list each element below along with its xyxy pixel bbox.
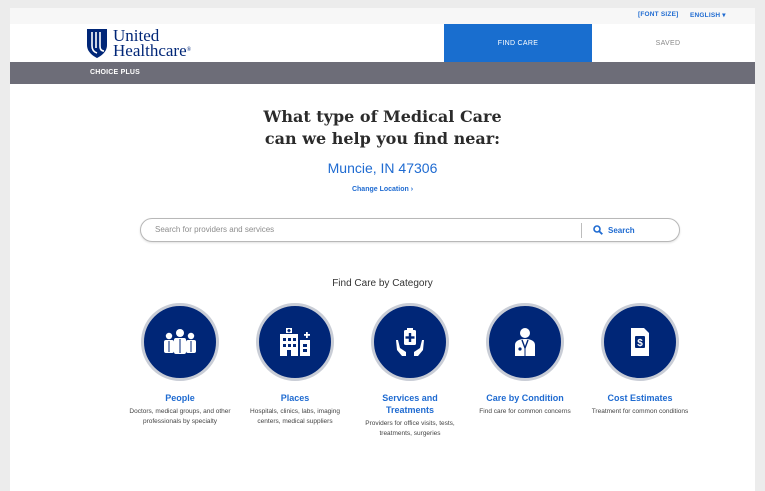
search-icon	[593, 225, 603, 235]
search-input[interactable]: Search for providers and services	[155, 225, 274, 234]
logo-line2: Healthcare	[113, 41, 187, 60]
font-size-link[interactable]: [FONT SIZE]	[638, 11, 678, 18]
category-label: People	[165, 393, 195, 403]
page: [FONT SIZE] ENGLISH ▾ United Healthcare®…	[10, 8, 755, 491]
category-places[interactable]: Places Hospitals, clinics, labs, imaging…	[243, 303, 347, 426]
language-selector[interactable]: ENGLISH ▾	[690, 11, 726, 19]
plan-name: CHOICE PLUS	[90, 69, 141, 76]
category-label: Care by Condition	[486, 393, 564, 403]
doctor-icon	[486, 303, 564, 381]
category-people[interactable]: People Doctors, medical groups, and othe…	[128, 303, 232, 426]
category-description: Find care for common concerns	[479, 408, 571, 415]
search-button-label: Search	[608, 225, 635, 235]
registered-mark: ®	[186, 47, 192, 53]
search-bar: Search for providers and services Search	[140, 218, 680, 242]
category-title: Find Care by Category	[332, 278, 433, 289]
category-label: Places	[280, 393, 310, 403]
heading-line1: What type of Medical Care	[263, 107, 502, 126]
current-location: Muncie, IN 47306	[327, 160, 438, 176]
category-services-treatments[interactable]: Services and Treatments Providers for of…	[358, 303, 462, 438]
page-heading: What type of Medical Care can we help yo…	[10, 106, 755, 150]
svg-text:$: $	[637, 338, 643, 349]
category-description: Treatment for common conditions	[591, 408, 689, 415]
uhc-shield-icon	[87, 29, 107, 58]
heading-line2: can we help you find near:	[264, 129, 501, 148]
header: United Healthcare® FIND CARE SAVED	[10, 24, 755, 62]
buildings-icon	[256, 303, 334, 381]
category-care-by-condition[interactable]: Care by Condition Find care for common c…	[473, 303, 577, 417]
category-description: Hospitals, clinics, labs, imaging center…	[250, 408, 340, 425]
category-description: Doctors, medical groups, and other profe…	[129, 408, 231, 425]
search-button[interactable]: Search	[593, 222, 673, 238]
category-label: Cost Estimates	[607, 393, 673, 403]
people-icon	[141, 303, 219, 381]
category-description: Providers for office visits, tests, trea…	[365, 420, 455, 437]
search-divider	[581, 223, 582, 238]
change-location-link[interactable]: Change Location ›	[10, 186, 755, 193]
nav-find-care[interactable]: FIND CARE	[444, 24, 592, 62]
category-label: Services and Treatments	[382, 393, 438, 415]
unitedhealthcare-logo[interactable]: United Healthcare®	[86, 27, 191, 59]
nav-saved[interactable]: SAVED	[630, 24, 706, 62]
cost-document-icon: $	[601, 303, 679, 381]
utility-bar: [FONT SIZE] ENGLISH ▾	[10, 8, 755, 24]
plan-bar: CHOICE PLUS	[10, 62, 755, 84]
category-cost-estimates[interactable]: $ Cost Estimates Treatment for common co…	[588, 303, 692, 417]
medical-kit-hands-icon	[371, 303, 449, 381]
